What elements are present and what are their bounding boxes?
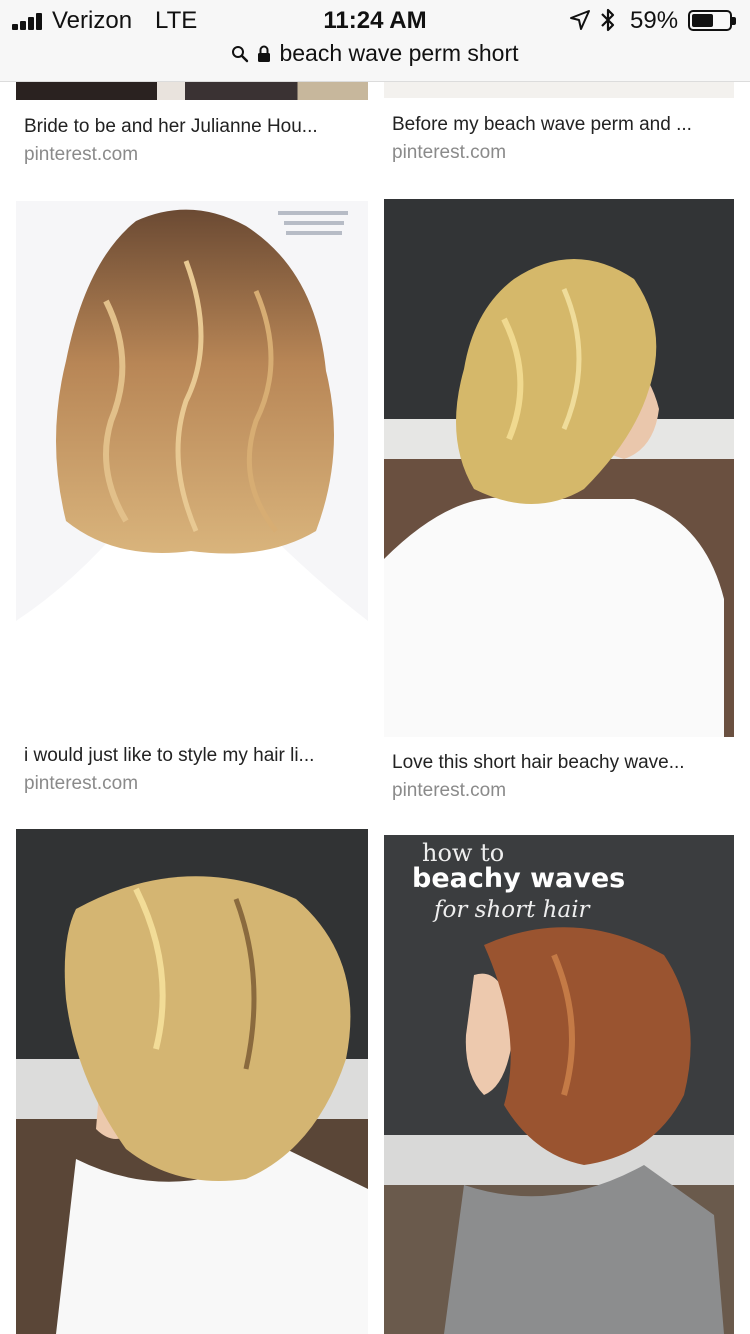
result-title[interactable]: i would just like to style my hair li... bbox=[24, 745, 314, 767]
result-source[interactable]: pinterest.com bbox=[392, 142, 506, 164]
location-arrow-icon bbox=[570, 10, 590, 30]
overlay-text-beachy-waves: beachy waves bbox=[412, 863, 626, 894]
battery-icon bbox=[688, 10, 736, 31]
search-icon bbox=[232, 45, 249, 62]
result-image[interactable] bbox=[384, 199, 734, 737]
result-image[interactable] bbox=[16, 829, 368, 1334]
hair-photo-illustration bbox=[16, 209, 368, 730]
result-title[interactable]: Bride to be and her Julianne Hou... bbox=[24, 116, 318, 138]
result-source[interactable]: pinterest.com bbox=[24, 773, 138, 795]
search-query: beach wave perm short bbox=[279, 40, 519, 66]
battery-percent: 59% bbox=[630, 7, 679, 34]
bluetooth-icon bbox=[601, 8, 615, 32]
result-source[interactable]: pinterest.com bbox=[392, 780, 506, 802]
lock-icon bbox=[258, 45, 271, 62]
result-image[interactable]: how to beachy waves for short hair bbox=[384, 835, 734, 1334]
hair-photo-illustration bbox=[384, 199, 734, 737]
result-source[interactable]: pinterest.com bbox=[24, 144, 138, 166]
hair-photo-illustration bbox=[16, 829, 368, 1334]
result-image[interactable] bbox=[16, 201, 368, 730]
status-bar: Verizon LTE 11:24 AM 59% bbox=[0, 0, 750, 40]
overlay-text-short-hair: for short hair bbox=[434, 897, 590, 923]
result-title[interactable]: Before my beach wave perm and ... bbox=[392, 114, 692, 136]
url-bar[interactable]: beach wave perm short bbox=[0, 40, 750, 72]
browser-top-bar: Verizon LTE 11:24 AM 59% beach wave perm… bbox=[0, 0, 750, 82]
result-title[interactable]: Love this short hair beachy wave... bbox=[392, 752, 685, 774]
